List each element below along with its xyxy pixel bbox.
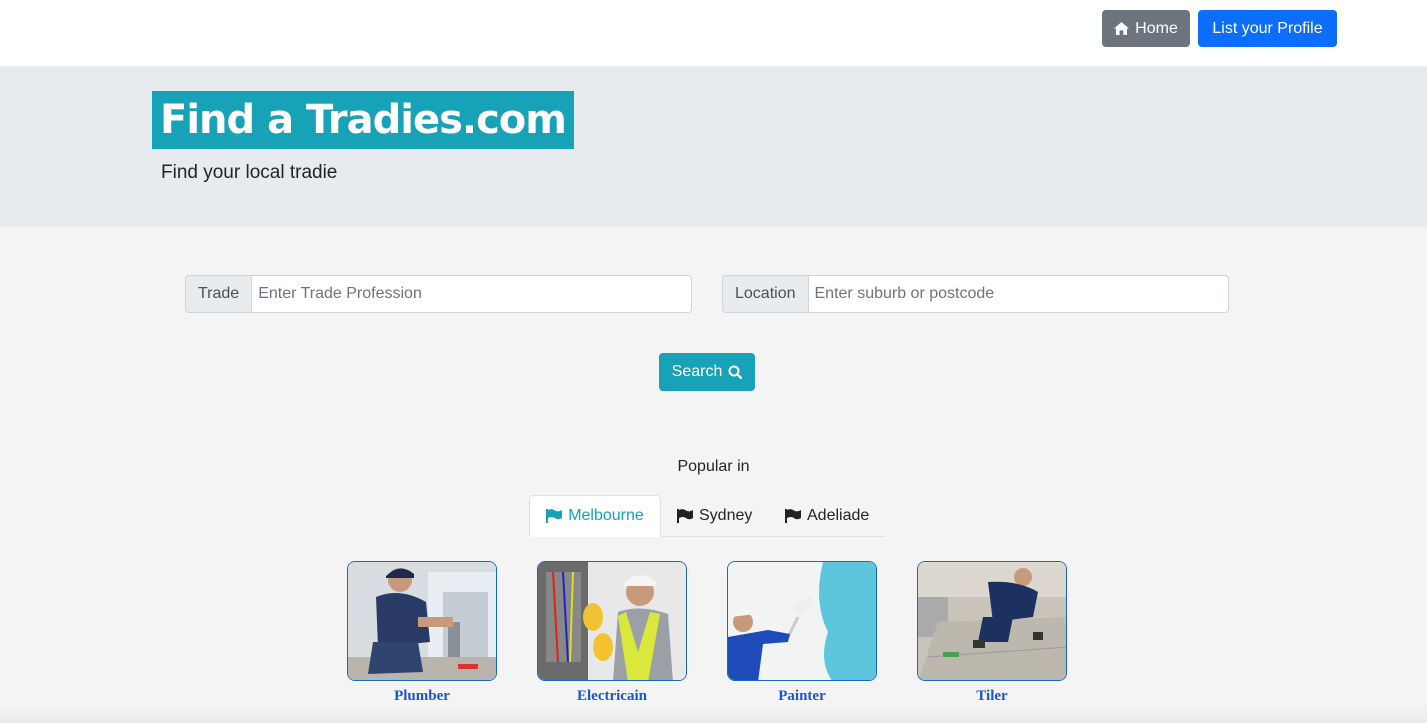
tab-adelaide-label: Adeliade — [807, 507, 870, 524]
plumber-photo[interactable] — [347, 561, 497, 681]
tagline: Find your local tradie — [161, 162, 338, 183]
trade-card-label[interactable]: Plumber — [347, 688, 497, 705]
search-button[interactable]: Search — [659, 353, 755, 391]
list-profile-button-label: List your Profile — [1212, 19, 1323, 37]
painter-photo[interactable] — [727, 561, 877, 681]
tab-adelaide[interactable]: Adeliade — [785, 495, 869, 537]
city-tabs: Melbourne Sydney Adeliade — [529, 495, 885, 537]
hero-banner: Find a Tradies.com Find your local tradi… — [0, 66, 1427, 227]
trade-card-label[interactable]: Painter — [727, 688, 877, 705]
trade-card-label[interactable]: Tiler — [917, 688, 1067, 705]
tab-sydney[interactable]: Sydney — [677, 495, 752, 537]
trade-card-label[interactable]: Electricain — [537, 688, 687, 705]
top-navbar: Home List your Profile — [0, 0, 1427, 66]
home-button-label: Home — [1135, 19, 1178, 37]
home-icon — [1114, 22, 1130, 35]
list-profile-button[interactable]: List your Profile — [1198, 10, 1337, 47]
site-logo: Find a Tradies.com — [152, 91, 574, 149]
tiler-photo[interactable] — [917, 561, 1067, 681]
search-icon — [728, 365, 743, 379]
trade-input[interactable] — [251, 275, 692, 313]
location-input-group: Location — [722, 275, 1229, 313]
home-button[interactable]: Home — [1102, 10, 1190, 47]
flag-icon — [785, 509, 801, 523]
popular-heading: Popular in — [677, 458, 750, 475]
trade-input-group: Trade — [185, 275, 692, 313]
electrician-photo[interactable] — [537, 561, 687, 681]
trade-card-painter[interactable]: Painter — [727, 561, 877, 705]
flag-icon — [546, 509, 563, 523]
trade-label: Trade — [185, 275, 252, 313]
tab-melbourne[interactable]: Melbourne — [529, 495, 661, 537]
tab-sydney-label: Sydney — [699, 507, 753, 524]
search-button-label: Search — [671, 363, 723, 380]
flag-icon — [677, 509, 693, 523]
page-fade — [0, 705, 1427, 723]
location-input[interactable] — [807, 275, 1229, 313]
location-label: Location — [722, 275, 808, 313]
trade-card-electrician[interactable]: Electricain — [537, 561, 687, 705]
tab-melbourne-label: Melbourne — [568, 507, 644, 524]
trade-card-plumber[interactable]: Plumber — [347, 561, 497, 705]
trade-card-tiler[interactable]: Tiler — [917, 561, 1067, 705]
